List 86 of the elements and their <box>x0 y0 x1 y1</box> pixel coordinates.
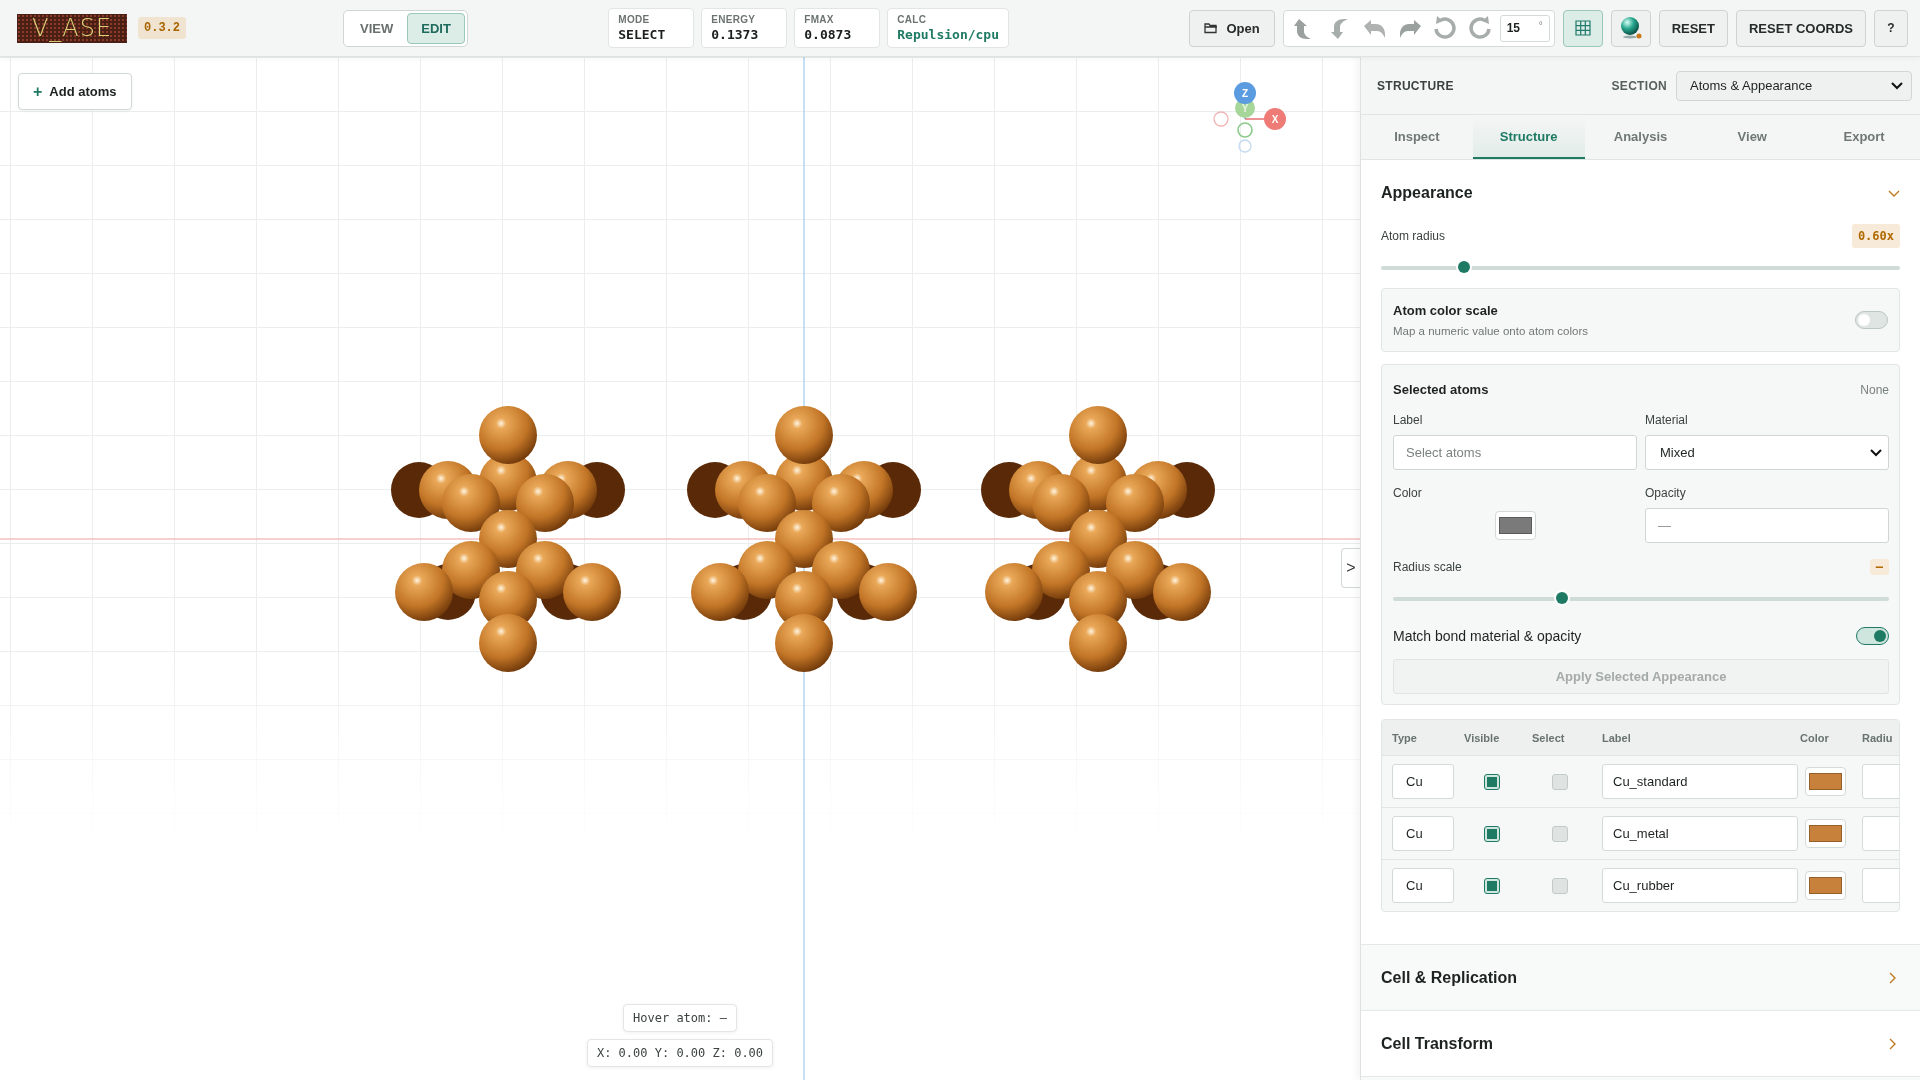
column-header: Type <box>1392 731 1418 744</box>
material-dropdown[interactable]: Mixed <box>1645 435 1889 470</box>
toggle-switch[interactable] <box>1855 311 1888 329</box>
collapsed-section[interactable]: Cell & Replication <box>1361 945 1920 1011</box>
atom-radius-label: Atom radius <box>1381 229 1446 243</box>
stat-label: MODE <box>618 14 651 25</box>
column-header: Radiu <box>1862 731 1894 744</box>
type-field[interactable]: Cu <box>1392 764 1454 799</box>
hover-atom-readout: Hover atom: – <box>623 1004 737 1032</box>
label-field[interactable]: Cu_metal <box>1602 816 1798 851</box>
field-label: Color <box>1393 486 1423 500</box>
card-title: Atom color scale <box>1393 303 1499 318</box>
axis-label: Z <box>1241 88 1249 99</box>
slider-thumb[interactable] <box>1458 261 1471 273</box>
field-label: Opacity <box>1645 486 1687 500</box>
collapse-panel-handle[interactable]: > <box>1341 548 1360 588</box>
visible-checkbox[interactable] <box>1484 825 1500 842</box>
field-label: Material <box>1645 413 1689 427</box>
match-bond-label: Match bond material & opacity <box>1393 628 1582 644</box>
mode-tab[interactable]: EDIT <box>407 12 465 44</box>
stat-label: CALC <box>897 14 928 25</box>
reset-button[interactable]: RESET <box>1658 9 1728 47</box>
panel-title: STRUCTURE <box>1377 78 1454 93</box>
card-description: Map a numeric value onto atom colors <box>1393 325 1588 337</box>
axis-label: X <box>1271 114 1279 125</box>
toggle-switch[interactable] <box>1856 627 1889 645</box>
stat-label: ENERGY <box>711 14 757 25</box>
label-field[interactable]: Cu_standard <box>1602 764 1798 799</box>
stat-value: SELECT <box>618 27 667 42</box>
card-title: Selected atoms <box>1393 382 1489 397</box>
panel-tab[interactable]: Export <box>1808 115 1920 159</box>
section-heading: Cell Transform <box>1381 1034 1494 1053</box>
stat-value: Repulsion/cpu <box>897 27 999 42</box>
axis-label: Y <box>1241 103 1249 114</box>
radius-scale-reading: – <box>1869 559 1889 575</box>
grid-icon <box>1574 20 1591 36</box>
chevron-icon <box>1870 448 1882 457</box>
app-logo: V_ASE <box>17 13 127 43</box>
angle-value: 15 <box>1506 21 1520 35</box>
panel-tab[interactable]: View <box>1696 115 1809 159</box>
select-checkbox[interactable] <box>1552 877 1568 894</box>
section-heading: Cell & Replication <box>1381 968 1518 987</box>
panel-tab[interactable]: Inspect <box>1361 115 1473 159</box>
mode-tab[interactable]: VIEW <box>346 12 408 44</box>
column-header: Visible <box>1464 731 1501 744</box>
slider-thumb[interactable] <box>1555 592 1568 604</box>
color-swatch[interactable] <box>1494 511 1536 540</box>
version-badge: 0.3.2 <box>138 17 186 39</box>
add-atoms-button[interactable]: + Add atoms <box>18 73 132 110</box>
visible-checkbox[interactable] <box>1484 877 1500 894</box>
sphere-button[interactable] <box>1610 9 1651 47</box>
type-field[interactable]: Cu <box>1392 868 1454 903</box>
selection-count: None <box>1860 382 1889 397</box>
field-label: Label <box>1393 413 1424 427</box>
stat-value: 0.1373 <box>711 27 760 42</box>
coordinates-readout: X: 0.00 Y: 0.00 Z: 0.00 <box>586 1039 774 1067</box>
collapsed-section[interactable]: Cell Transform <box>1361 1011 1920 1077</box>
column-header: Label <box>1602 731 1632 744</box>
folder-icon <box>1204 22 1219 34</box>
section-label: SECTION <box>1611 78 1667 93</box>
grid-toggle-button[interactable] <box>1562 9 1603 47</box>
section-heading: Appearance <box>1381 184 1473 202</box>
label-field[interactable]: Cu_rubber <box>1602 868 1798 903</box>
panel-tab[interactable]: Analysis <box>1584 115 1697 159</box>
column-header: Color <box>1800 731 1830 744</box>
sphere-icon <box>1618 16 1643 40</box>
select-checkbox[interactable] <box>1552 825 1568 842</box>
help-button[interactable]: ? <box>1874 9 1908 47</box>
atom-radius-reading: 0.60x <box>1851 224 1900 248</box>
column-header: Select <box>1532 731 1566 744</box>
color-swatch[interactable] <box>1805 767 1846 796</box>
radius-scale-label: Radius scale <box>1393 560 1462 574</box>
open-button[interactable]: Open <box>1189 9 1275 47</box>
angle-field[interactable]: 15 ° <box>1499 14 1550 42</box>
visible-checkbox[interactable] <box>1484 773 1500 790</box>
stat-label: FMAX <box>804 14 835 25</box>
stat-value: 0.0873 <box>804 27 853 42</box>
select-checkbox[interactable] <box>1552 773 1568 790</box>
reset-coords-button[interactable]: RESET COORDS <box>1736 9 1866 47</box>
label-field[interactable]: Select atoms <box>1393 435 1637 470</box>
degree-unit: ° <box>1538 19 1543 31</box>
color-swatch[interactable] <box>1805 819 1846 848</box>
section-dropdown[interactable]: Atoms & Appearance <box>1676 70 1912 101</box>
color-swatch[interactable] <box>1805 871 1846 900</box>
type-field[interactable]: Cu <box>1392 816 1454 851</box>
chevron-icon <box>1891 81 1903 90</box>
